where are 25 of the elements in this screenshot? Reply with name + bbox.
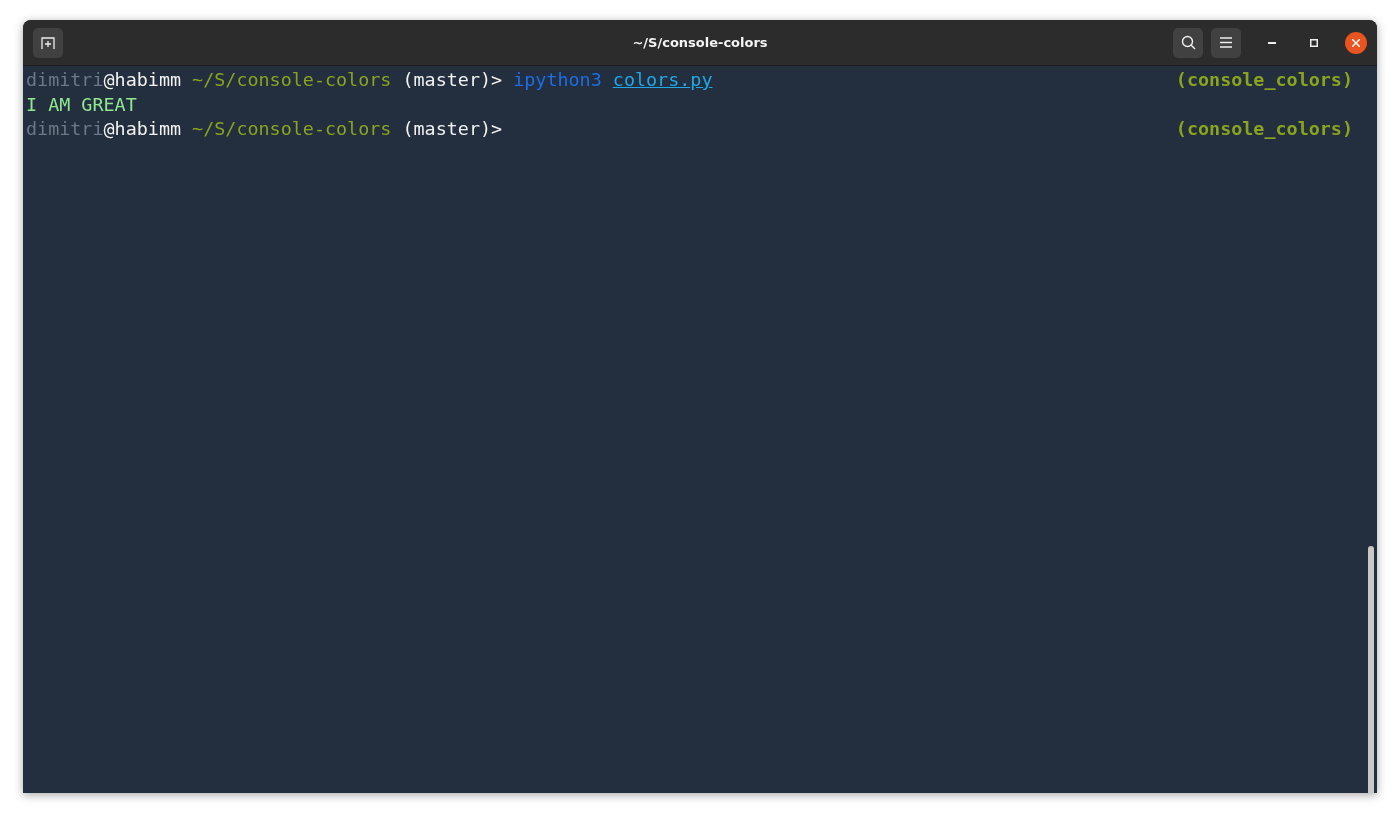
terminal-text: ~/S/console-colors: [191, 68, 392, 92]
menu-button[interactable]: [1211, 27, 1241, 58]
minimize-icon: [1268, 41, 1276, 44]
terminal-text: @habimm: [103, 68, 182, 92]
scrollbar[interactable]: [1368, 546, 1374, 793]
close-icon: [1352, 38, 1360, 47]
environment-label: (console_colors): [1175, 68, 1353, 92]
terminal-text: I AM GREAT: [26, 92, 137, 117]
file-link[interactable]: colors.py: [601, 68, 713, 93]
environment-label: (console_colors): [1175, 117, 1353, 141]
search-button[interactable]: [1173, 27, 1203, 58]
search-icon: [1180, 35, 1196, 50]
menu-icon: [1220, 37, 1232, 48]
close-button[interactable]: [1345, 31, 1367, 54]
maximize-icon: [1310, 38, 1318, 47]
terminal-text: dimitri: [26, 117, 104, 141]
terminal-text: ~/S/console-colors: [191, 117, 392, 141]
new-tab-button[interactable]: [33, 27, 63, 58]
terminal-text: (master)>: [401, 68, 503, 92]
terminal-text: (master)>: [401, 117, 503, 141]
window-title: ~/S/console-colors: [632, 35, 768, 50]
terminal-text: @habimm: [103, 117, 182, 141]
terminal-text: ipython3: [512, 68, 602, 92]
new-tab-icon: [41, 35, 55, 50]
terminal-text: dimitri: [26, 68, 104, 92]
